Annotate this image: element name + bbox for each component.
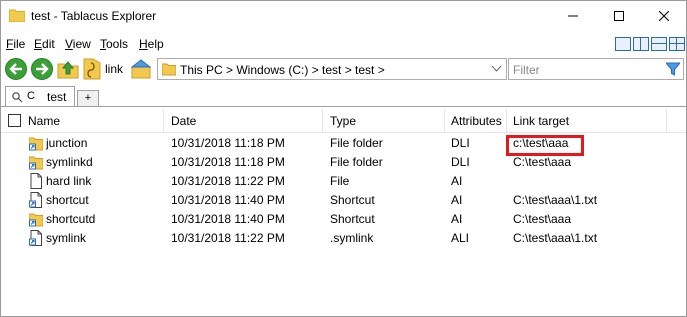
highlight-box: [506, 135, 584, 156]
row-date: 10/31/2018 11:18 PM: [171, 155, 285, 169]
add-tab-button[interactable]: +: [77, 90, 99, 107]
row-name: junction: [46, 136, 88, 150]
up-folder-icon[interactable]: [57, 59, 79, 79]
column-link-target[interactable]: Link target: [513, 114, 569, 128]
arrow-left-icon: [9, 63, 22, 75]
row-name: shortcut: [46, 193, 89, 207]
address-path: This PC > Windows (C:) > test > test >: [180, 63, 385, 77]
row-attributes: AI: [451, 174, 463, 188]
file-icon: [30, 173, 42, 189]
row-type: .symlink: [330, 231, 374, 245]
close-button[interactable]: [641, 1, 687, 31]
minimize-button[interactable]: [550, 1, 596, 31]
tab-bar: C test +: [1, 85, 686, 107]
row-link-target: C:\test\aaa\1.txt: [513, 193, 598, 207]
row-name: symlink: [46, 231, 87, 245]
menu-help[interactable]: Help: [139, 37, 164, 51]
column-separator[interactable]: [666, 109, 667, 133]
row-name: symlinkd: [46, 155, 93, 169]
menu-edit[interactable]: Edit: [34, 37, 55, 51]
column-separator[interactable]: [163, 109, 164, 133]
column-type[interactable]: Type: [330, 114, 356, 128]
row-date: 10/31/2018 11:22 PM: [171, 174, 285, 188]
filter-icon[interactable]: [666, 62, 680, 76]
row-link-target: C:\test\aaa: [513, 212, 572, 226]
row-date: 10/31/2018 11:40 PM: [171, 212, 285, 226]
table-row[interactable]: symlink 10/31/2018 11:22 PM .symlink ALI C:\…: [1, 229, 686, 248]
menu-file[interactable]: File: [6, 37, 25, 51]
arrow-right-icon: [36, 63, 49, 75]
layout-split-vertical-button[interactable]: [633, 37, 649, 51]
folder-link-icon: [29, 156, 43, 170]
layout-split-horizontal-button[interactable]: [651, 37, 667, 51]
tab-drive-label: C: [27, 90, 35, 102]
row-type: File: [330, 174, 350, 188]
tab-label: test: [47, 90, 67, 104]
filter-placeholder: Filter: [513, 63, 540, 77]
link-folder-icon[interactable]: [82, 58, 102, 80]
minimize-icon: [568, 15, 578, 17]
folder-link-icon: [29, 137, 43, 151]
column-date[interactable]: Date: [171, 114, 196, 128]
menu-bar: File Edit View Tools Help: [1, 34, 686, 54]
shortcut-icon: [29, 192, 42, 208]
select-all-checkbox[interactable]: [8, 114, 21, 127]
row-name: hard link: [46, 174, 92, 188]
row-date: 10/31/2018 11:18 PM: [171, 136, 285, 150]
column-separator[interactable]: [506, 109, 507, 133]
shortcut-icon: [29, 230, 42, 246]
maximize-icon: [614, 11, 624, 21]
tab-test[interactable]: C test: [5, 86, 75, 107]
pin-icon: [12, 92, 23, 103]
menu-view[interactable]: View: [65, 37, 91, 51]
table-row[interactable]: shortcut 10/31/2018 11:40 PM Shortcut AI C:\…: [1, 191, 686, 210]
row-type: Shortcut: [330, 193, 375, 207]
column-name[interactable]: Name: [28, 114, 60, 128]
title-bar: test - Tablacus Explorer: [1, 1, 686, 31]
window-title: test - Tablacus Explorer: [31, 9, 157, 23]
explorer-window: test - Tablacus Explorer File Edit View …: [0, 0, 687, 317]
layout-single-button[interactable]: [615, 37, 631, 51]
row-attributes: AI: [451, 212, 463, 226]
filter-input[interactable]: Filter: [508, 58, 684, 80]
back-button[interactable]: [5, 58, 27, 80]
row-type: File folder: [330, 155, 383, 169]
chevron-down-icon[interactable]: [492, 66, 501, 72]
tab-divider: [1, 106, 686, 107]
forward-button[interactable]: [31, 58, 53, 80]
toolbar: link This PC > Windows (C:) > test > tes…: [1, 56, 686, 84]
folder-shortcut-icon: [29, 213, 43, 227]
row-link-target: C:\test\aaa: [513, 155, 572, 169]
row-name: shortcutd: [46, 212, 96, 226]
folder-icon: [9, 9, 25, 22]
row-attributes: DLI: [451, 136, 470, 150]
folder-icon: [162, 63, 176, 76]
row-attributes: ALI: [451, 231, 470, 245]
row-date: 10/31/2018 11:40 PM: [171, 193, 285, 207]
row-type: File folder: [330, 136, 383, 150]
row-attributes: DLI: [451, 155, 470, 169]
address-bar[interactable]: This PC > Windows (C:) > test > test >: [157, 58, 507, 80]
row-link-target: C:\test\aaa\1.txt: [513, 231, 598, 245]
column-attributes[interactable]: Attributes: [451, 114, 502, 128]
maximize-button[interactable]: [596, 1, 642, 31]
column-separator[interactable]: [444, 109, 445, 133]
layout-quad-button[interactable]: [669, 37, 685, 51]
menu-tools[interactable]: Tools: [100, 37, 128, 51]
column-separator[interactable]: [322, 109, 323, 133]
row-type: Shortcut: [330, 212, 375, 226]
link-label[interactable]: link: [105, 62, 123, 76]
row-attributes: AI: [451, 193, 463, 207]
list-header: Name Date Type Attributes Link target: [1, 109, 686, 133]
table-row[interactable]: hard link 10/31/2018 11:22 PM File AI: [1, 172, 686, 191]
close-icon: [659, 11, 669, 21]
table-row[interactable]: shortcutd 10/31/2018 11:40 PM Shortcut AI C:…: [1, 210, 686, 229]
row-date: 10/31/2018 11:22 PM: [171, 231, 285, 245]
desktop-icon[interactable]: [131, 59, 151, 79]
